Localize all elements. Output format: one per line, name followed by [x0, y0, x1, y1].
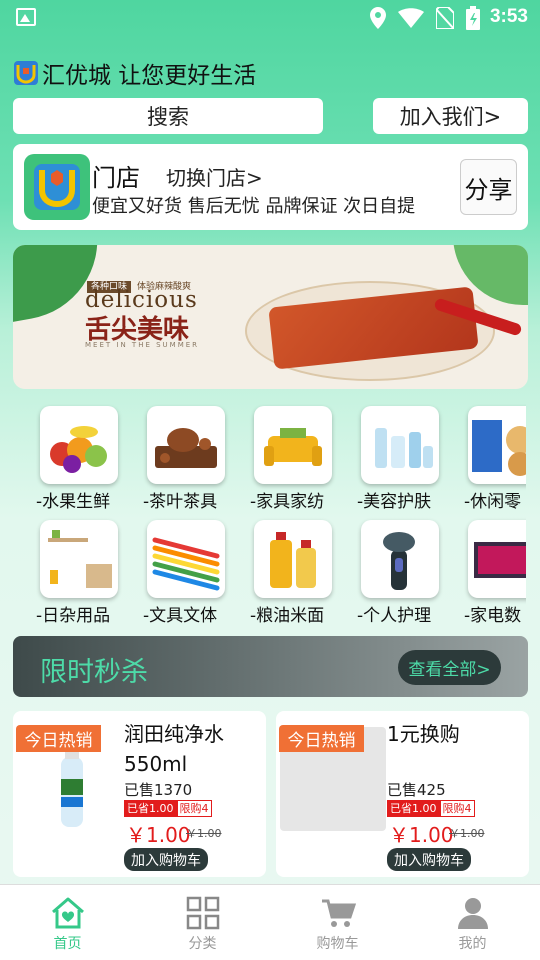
category-household[interactable]: -日杂用品 — [36, 518, 136, 624]
store-logo-icon — [34, 164, 80, 210]
category-label: -美容护肤 — [357, 492, 432, 512]
category-label: -个人护理 — [357, 606, 432, 624]
tab-label: 首页 — [53, 936, 82, 952]
sold-count: 已售1370 — [124, 781, 193, 799]
status-bar: 3:53 — [0, 0, 540, 36]
image-notification-icon — [16, 8, 36, 26]
store-card: 门店 切换门店> 便宜又好货 售后无忧 品牌保证 次日自提 分享 — [13, 144, 528, 230]
category-label: -家具家纺 — [250, 492, 325, 512]
hot-sale-badge: 今日热销 — [279, 725, 364, 752]
product-price: ￥1.00 — [126, 823, 191, 847]
product-name: 1元换购 — [387, 722, 460, 746]
home-icon — [51, 897, 84, 929]
original-price: ￥1.00 — [186, 827, 222, 840]
tab-profile[interactable]: 我的 — [405, 885, 540, 960]
store-logo — [24, 154, 90, 220]
location-icon — [370, 7, 386, 29]
saved-tag: 已省1.00 — [124, 800, 177, 817]
cart-icon — [321, 899, 356, 927]
sold-count: 已售425 — [387, 781, 446, 799]
view-all-button[interactable]: 查看全部> — [398, 650, 501, 685]
limit-tag: 限购4 — [439, 800, 475, 817]
category-skincare[interactable]: -美容护肤 — [357, 404, 457, 512]
share-button[interactable]: 分享 — [460, 159, 517, 215]
product-price: ￥1.00 — [389, 823, 454, 847]
join-us-button[interactable]: 加入我们> — [373, 98, 528, 134]
category-label: -水果生鲜 — [36, 492, 111, 512]
brand-text: 汇优城 让您更好生活 — [42, 63, 257, 89]
clock: 3:53 — [489, 6, 528, 27]
product-tags: 已省1.00 限购4 — [387, 800, 475, 817]
wifi-icon — [398, 8, 424, 28]
shaver-icon — [361, 520, 439, 598]
store-name: 门店 — [92, 164, 140, 192]
user-icon — [457, 898, 488, 929]
product-card[interactable]: 今日热销 1元换购 已售425 已省1.00 限购4 ￥1.00 ￥1.00 加… — [276, 711, 529, 877]
search-button[interactable]: 搜索 — [13, 98, 323, 134]
tab-home[interactable]: 首页 — [0, 885, 135, 960]
tv-icon — [468, 520, 526, 598]
category-tea[interactable]: -茶叶茶具 — [143, 404, 243, 512]
sofa-icon — [254, 406, 332, 484]
product-name: 润田纯净水550ml — [124, 722, 224, 776]
category-label: -茶叶茶具 — [143, 492, 218, 512]
tea-icon — [147, 406, 225, 484]
saved-tag: 已省1.00 — [387, 800, 440, 817]
category-furniture[interactable]: -家具家纺 — [250, 404, 350, 512]
product-tags: 已省1.00 限购4 — [124, 800, 212, 817]
brand-header: 汇优城 让您更好生活 — [14, 56, 256, 90]
no-sim-icon — [436, 7, 454, 29]
tab-label: 分类 — [188, 936, 217, 952]
snack-icon — [468, 406, 526, 484]
category-grid: -水果生鲜 -茶叶茶具 -家具家纺 -美容护肤 -休闲零 -日杂用品 -文具文体… — [36, 404, 526, 624]
category-label: -休闲零 — [464, 492, 522, 512]
add-to-cart-button[interactable]: 加入购物车 — [387, 848, 471, 871]
promo-banner[interactable]: 各种口味 体验麻辣酸爽 delicious 舌尖美味 MEET IN THE SU… — [13, 245, 528, 389]
category-personal-care[interactable]: -个人护理 — [357, 518, 457, 624]
category-label: -文具文体 — [143, 606, 218, 624]
category-fruit[interactable]: -水果生鲜 — [36, 404, 136, 512]
tab-label: 我的 — [458, 936, 487, 952]
grid-icon — [186, 896, 219, 930]
hot-sale-badge: 今日热销 — [16, 725, 101, 752]
category-stationery[interactable]: -文具文体 — [143, 518, 243, 624]
tab-category[interactable]: 分类 — [135, 885, 270, 960]
oil-icon — [254, 520, 332, 598]
fruit-icon — [40, 406, 118, 484]
flash-sale-bar: 限时秒杀 查看全部> — [13, 636, 528, 697]
banner-subtitle: MEET IN THE SUMMER — [85, 341, 200, 349]
stationery-icon — [147, 520, 225, 598]
bottom-tab-bar: 首页 分类 购物车 我的 — [0, 884, 540, 960]
category-appliances[interactable]: -家电数 — [464, 518, 526, 624]
category-grain-oil[interactable]: -粮油米面 — [250, 518, 350, 624]
original-price: ￥1.00 — [449, 827, 485, 840]
store-slogan: 便宜又好货 售后无忧 品牌保证 次日自提 — [92, 196, 416, 217]
flash-sale-title: 限时秒杀 — [40, 657, 148, 688]
product-card[interactable]: 今日热销 润田纯净水550ml 已售1370 已省1.00 限购4 ￥1.00 … — [13, 711, 266, 877]
status-icons — [370, 6, 480, 30]
tab-label: 购物车 — [316, 936, 359, 952]
battery-icon — [466, 6, 480, 30]
category-label: -家电数 — [464, 606, 522, 624]
category-snacks[interactable]: -休闲零 — [464, 404, 526, 512]
household-icon — [40, 520, 118, 598]
category-label: -粮油米面 — [250, 606, 325, 624]
limit-tag: 限购4 — [176, 800, 212, 817]
tab-cart[interactable]: 购物车 — [270, 885, 405, 960]
add-to-cart-button[interactable]: 加入购物车 — [124, 848, 208, 871]
category-label: -日杂用品 — [36, 606, 111, 624]
brand-logo-icon — [14, 61, 38, 85]
skincare-icon — [361, 406, 439, 484]
switch-store-link[interactable]: 切换门店> — [166, 162, 263, 191]
